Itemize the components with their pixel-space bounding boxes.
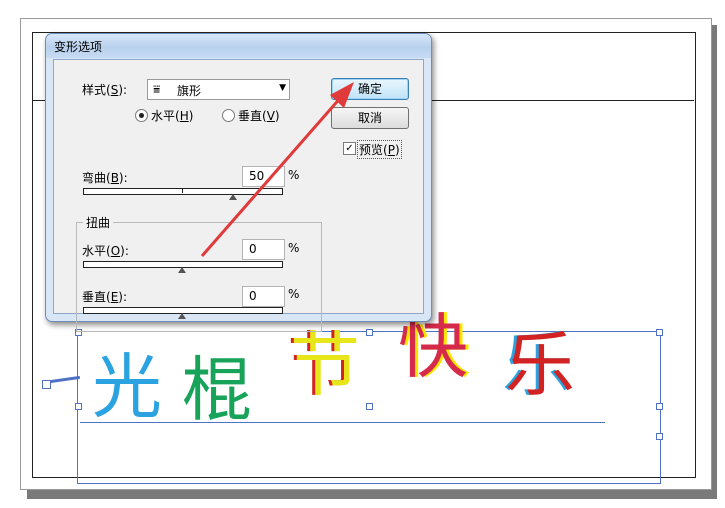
annotation-arrow (200, 82, 354, 257)
arrow-shaft (200, 95, 344, 257)
